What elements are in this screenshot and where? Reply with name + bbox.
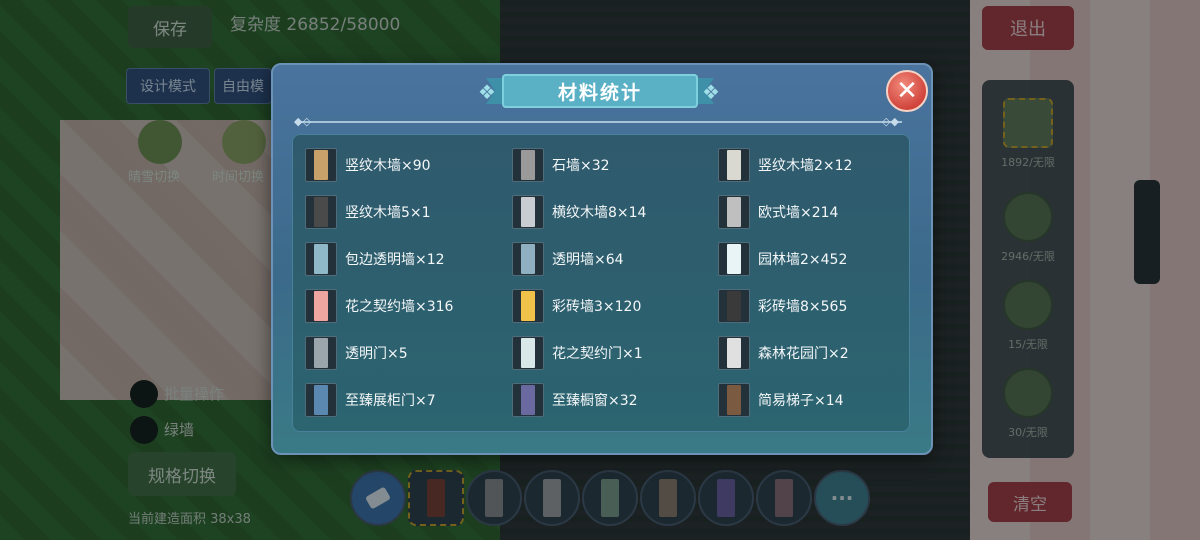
glass-wall-icon [512, 242, 544, 276]
dialog-title-ribbon: 材料统计 [484, 74, 716, 110]
glass-wall-icon [305, 242, 337, 276]
material-item: 竖纹木墙2×12 [718, 147, 852, 183]
material-swatch [521, 244, 535, 274]
wood-wall-icon [305, 148, 337, 182]
wall-icon [718, 242, 750, 276]
material-label: 透明墙×64 [552, 252, 624, 268]
material-swatch [727, 150, 741, 180]
material-swatch [314, 291, 328, 321]
material-swatch [314, 244, 328, 274]
material-item: 竖纹木墙×90 [305, 147, 431, 183]
close-button[interactable]: ✕ [886, 70, 928, 112]
material-swatch [314, 150, 328, 180]
material-swatch [521, 385, 535, 415]
material-swatch [727, 338, 741, 368]
material-swatch [314, 197, 328, 227]
door-icon [305, 336, 337, 370]
material-item: 花之契约门×1 [512, 335, 643, 371]
material-swatch [521, 338, 535, 368]
ornament-left-icon: ❖ [478, 80, 496, 104]
wood-wall-icon [305, 195, 337, 229]
material-item: 透明门×5 [305, 335, 408, 371]
material-item: 至臻展柜门×7 [305, 382, 436, 418]
wood-wall-icon [718, 148, 750, 182]
material-item: 简易梯子×14 [718, 382, 844, 418]
brick-wall-icon [512, 289, 544, 323]
material-label: 至臻展柜门×7 [345, 393, 436, 409]
wood-wall-icon [512, 195, 544, 229]
arch-door-icon [512, 336, 544, 370]
material-swatch [521, 197, 535, 227]
material-item: 石墙×32 [512, 147, 610, 183]
brick-wall-icon [718, 289, 750, 323]
material-swatch [727, 197, 741, 227]
material-label: 彩砖墙8×565 [758, 299, 848, 315]
material-label: 简易梯子×14 [758, 393, 844, 409]
material-item: 园林墙2×452 [718, 241, 847, 277]
material-label: 竖纹木墙2×12 [758, 158, 853, 174]
material-item: 竖纹木墙5×1 [305, 194, 431, 230]
material-label: 花之契约墙×316 [345, 299, 454, 315]
material-label: 森林花园门×2 [758, 346, 849, 362]
material-item: 至臻橱窗×32 [512, 382, 638, 418]
material-item: 包边透明墙×12 [305, 241, 445, 277]
material-label: 园林墙2×452 [758, 252, 848, 268]
showcase-icon [512, 383, 544, 417]
material-swatch [727, 291, 741, 321]
dialog-title: 材料统计 [557, 81, 642, 104]
material-label: 欧式墙×214 [758, 205, 839, 221]
material-item: 花之契约墙×316 [305, 288, 453, 324]
arch-door-icon [718, 336, 750, 370]
divider-cap-right-icon: ◇◆ [882, 115, 899, 128]
ladder-icon [718, 383, 750, 417]
material-label: 横纹木墙8×14 [552, 205, 647, 221]
material-swatch [521, 291, 535, 321]
material-label: 竖纹木墙5×1 [345, 205, 431, 221]
material-item: 彩砖墙3×120 [512, 288, 641, 324]
material-swatch [727, 385, 741, 415]
flower-wall-icon [305, 289, 337, 323]
stone-wall-icon [512, 148, 544, 182]
material-swatch [727, 244, 741, 274]
material-label: 包边透明墙×12 [345, 252, 445, 268]
material-label: 至臻橱窗×32 [552, 393, 638, 409]
material-label: 竖纹木墙×90 [345, 158, 431, 174]
cabinet-icon [305, 383, 337, 417]
divider-cap-left-icon: ◆◇ [294, 115, 311, 128]
material-item: 透明墙×64 [512, 241, 624, 277]
material-item: 欧式墙×214 [718, 194, 838, 230]
ornament-right-icon: ❖ [702, 80, 720, 104]
material-swatch [521, 150, 535, 180]
material-swatch [314, 338, 328, 368]
material-swatch [314, 385, 328, 415]
material-item: 彩砖墙8×565 [718, 288, 847, 324]
title-divider [298, 121, 902, 123]
wall-icon [718, 195, 750, 229]
material-item: 森林花园门×2 [718, 335, 849, 371]
material-label: 透明门×5 [345, 346, 408, 362]
material-label: 石墙×32 [552, 158, 610, 174]
material-label: 花之契约门×1 [552, 346, 643, 362]
material-label: 彩砖墙3×120 [552, 299, 642, 315]
material-item: 横纹木墙8×14 [512, 194, 646, 230]
